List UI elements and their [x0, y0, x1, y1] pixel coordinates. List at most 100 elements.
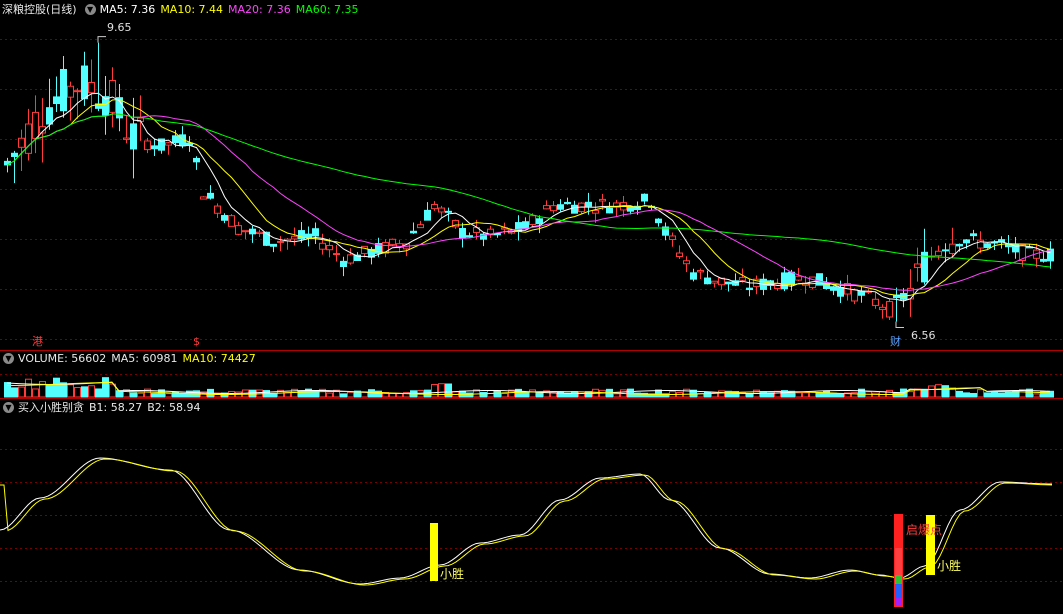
candle-body	[221, 215, 228, 221]
candle-body	[340, 260, 347, 268]
volume-bar	[32, 388, 39, 398]
candle-body	[305, 233, 312, 238]
volume-bar	[802, 392, 809, 398]
candle-body	[711, 280, 718, 284]
candle-body	[984, 243, 991, 249]
candle-body	[207, 192, 214, 199]
volume-bar	[165, 393, 172, 398]
candle-body	[683, 260, 690, 265]
candle-body	[424, 209, 431, 221]
candle-body	[795, 275, 802, 281]
candle-body	[872, 298, 879, 306]
candle-body	[466, 235, 473, 238]
volume-bar	[522, 391, 529, 398]
candle-body	[564, 201, 571, 205]
stock-chart-window: 深粮控股(日线) ▼ MA5: 7.36 MA10: 7.44 MA20: 7.36 MA…	[0, 0, 1063, 614]
volume-bar	[774, 390, 781, 398]
volume-bar	[1005, 391, 1012, 398]
volume-bar	[1047, 390, 1054, 398]
volume-bar	[529, 389, 536, 398]
volume-bar	[907, 391, 914, 398]
candle-body	[725, 281, 732, 285]
low-pointer	[895, 321, 904, 329]
start-signal-bar	[895, 514, 902, 548]
volume-bar	[18, 386, 25, 398]
candle-body	[11, 152, 18, 157]
candle-body	[249, 228, 256, 235]
volume-bar	[557, 391, 564, 398]
volume-bar	[501, 393, 508, 398]
signal-label-start: 启爆点	[906, 523, 942, 537]
candle-body	[123, 137, 130, 140]
start-signal-bar	[895, 584, 902, 598]
high-price-label: 9.65	[107, 21, 132, 34]
candle-body	[46, 107, 53, 125]
volume-bar	[39, 381, 46, 398]
volume-bar	[4, 382, 11, 398]
candle-body	[74, 90, 81, 93]
candle-body	[417, 224, 424, 229]
candle-body	[144, 140, 151, 151]
ma10-line	[14, 98, 1051, 297]
volume-bar	[130, 392, 137, 398]
candle-body	[676, 252, 683, 258]
volume-bar	[74, 387, 81, 398]
volume-bar	[46, 384, 53, 398]
volume-bar	[991, 391, 998, 398]
moving-average-lines	[7, 92, 1051, 302]
volume-bar	[935, 384, 942, 398]
candle-body	[88, 82, 95, 94]
oscillator-lines	[0, 457, 1053, 607]
candle-body	[263, 231, 270, 246]
volume-bars	[4, 377, 1054, 398]
volume-bar	[823, 390, 830, 398]
volume-bar	[88, 385, 95, 398]
volume-bar	[431, 384, 438, 398]
candle-body	[445, 210, 452, 213]
volume-bar	[718, 390, 725, 398]
candle-body	[837, 287, 844, 297]
candle-body	[571, 204, 578, 214]
volume-bar	[928, 385, 935, 398]
candle-body	[193, 157, 200, 163]
candle-body	[333, 253, 340, 256]
candle-body	[550, 205, 557, 212]
candle-body	[935, 250, 942, 257]
candle-body	[165, 142, 172, 146]
candle-body	[1040, 258, 1047, 262]
candle-body	[347, 254, 354, 264]
candle-body	[529, 215, 536, 226]
volume-bar	[60, 382, 67, 398]
candle-body	[774, 283, 781, 289]
signal-bar-1	[430, 523, 438, 581]
candle-body	[690, 272, 697, 280]
candle-body	[879, 306, 886, 311]
volume-bar	[970, 392, 977, 398]
volume-bar	[424, 389, 431, 398]
candle-body	[270, 243, 277, 247]
candle-body	[788, 271, 795, 285]
volume-bar	[361, 391, 368, 398]
volume-bar	[25, 378, 32, 398]
candle-body	[151, 145, 158, 150]
candle-body	[739, 277, 746, 281]
candle-body	[242, 230, 249, 233]
volume-bar	[81, 386, 88, 398]
start-signal-bar	[895, 548, 902, 575]
candle-body	[18, 137, 25, 148]
candle-body	[256, 231, 263, 235]
volume-bar	[102, 377, 109, 398]
volume-bar	[445, 383, 452, 398]
marker-cai: 财	[890, 334, 901, 348]
chart-canvas[interactable]: 9.65 6.56 港 $ 财 小胜 小胜 启爆点	[0, 0, 1063, 614]
volume-bar	[368, 389, 375, 398]
volume-bar	[95, 388, 102, 398]
volume-bar	[627, 388, 634, 398]
volume-bar	[998, 392, 1005, 398]
candle-body	[25, 123, 32, 154]
volume-bar	[963, 392, 970, 398]
chart-markers: 9.65 6.56 港 $ 财 小胜 小胜 启爆点	[32, 21, 961, 581]
candle-body	[641, 193, 648, 202]
candle-body	[53, 96, 60, 105]
candle-body	[949, 243, 956, 254]
